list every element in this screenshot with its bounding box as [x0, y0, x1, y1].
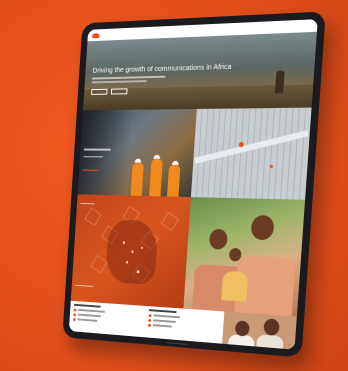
hero-button-primary[interactable]: [91, 88, 108, 95]
stat-text: [152, 314, 180, 318]
tile-city-map[interactable]: [190, 107, 312, 200]
hero-banner: Driving the growth of communications in …: [83, 31, 317, 111]
worker-figure: [130, 162, 144, 196]
person-head: [263, 318, 281, 336]
stat-icon: [148, 313, 152, 317]
tile-caption-line: [83, 149, 111, 151]
tablet-device: Driving the growth of communications in …: [62, 11, 326, 358]
tile-engineers-photo[interactable]: [77, 108, 197, 198]
portraits-photo[interactable]: [221, 311, 297, 350]
tile-link-line: [82, 169, 99, 171]
map-pin-icon: [269, 164, 273, 168]
hard-hat-icon: [171, 160, 179, 165]
map-road: [194, 130, 309, 164]
hero-headline: Driving the growth of communications in …: [92, 61, 232, 75]
hard-hat-icon: [153, 154, 161, 159]
tile-africa-network-map[interactable]: [70, 194, 191, 309]
stat-block: [69, 301, 145, 343]
stat-icon: [73, 308, 77, 312]
home-indicator: [164, 341, 188, 345]
stat-icon: [73, 317, 76, 321]
hero-subtext-line: [91, 80, 147, 84]
hero-buttons: [91, 88, 128, 95]
tile-family-photo[interactable]: [183, 197, 306, 317]
stat-text: [152, 324, 172, 328]
worker-figure: [167, 164, 181, 197]
hero-button-secondary[interactable]: [110, 88, 128, 95]
stat-heading: [148, 309, 177, 313]
stat-icon: [73, 312, 77, 316]
tile-caption-line: [83, 155, 104, 158]
logo-mark-icon: [92, 32, 100, 38]
tablet-screen: Driving the growth of communications in …: [68, 19, 318, 350]
person-head: [209, 229, 229, 251]
hex-pattern: [160, 211, 180, 231]
tile-caption-line: [75, 284, 93, 288]
site-logo[interactable]: [92, 32, 101, 38]
stat-heading: [74, 303, 101, 308]
person-figure: [227, 334, 256, 350]
hex-pattern: [90, 254, 108, 274]
stat-text: [77, 318, 98, 322]
network-node-icon: [136, 270, 140, 273]
orange-background: Driving the growth of communications in …: [0, 0, 348, 371]
stat-text: [152, 319, 176, 323]
hero-subtext-line: [92, 75, 166, 80]
tile-overlay: [77, 109, 133, 196]
child-figure: [221, 270, 249, 302]
stat-icon: [147, 323, 151, 327]
stat-icon: [147, 318, 151, 322]
stat-text: [78, 309, 105, 313]
hard-hat-icon: [134, 158, 142, 163]
worker-figure: [148, 158, 163, 197]
tile-caption-line: [80, 202, 95, 205]
stat-text: [77, 314, 101, 317]
hex-pattern: [84, 207, 102, 226]
hero-tower-figure: [274, 70, 285, 94]
feature-tile-grid: [70, 107, 312, 317]
person-head: [250, 214, 275, 241]
person-figure: [256, 334, 285, 350]
person-head: [234, 320, 251, 337]
